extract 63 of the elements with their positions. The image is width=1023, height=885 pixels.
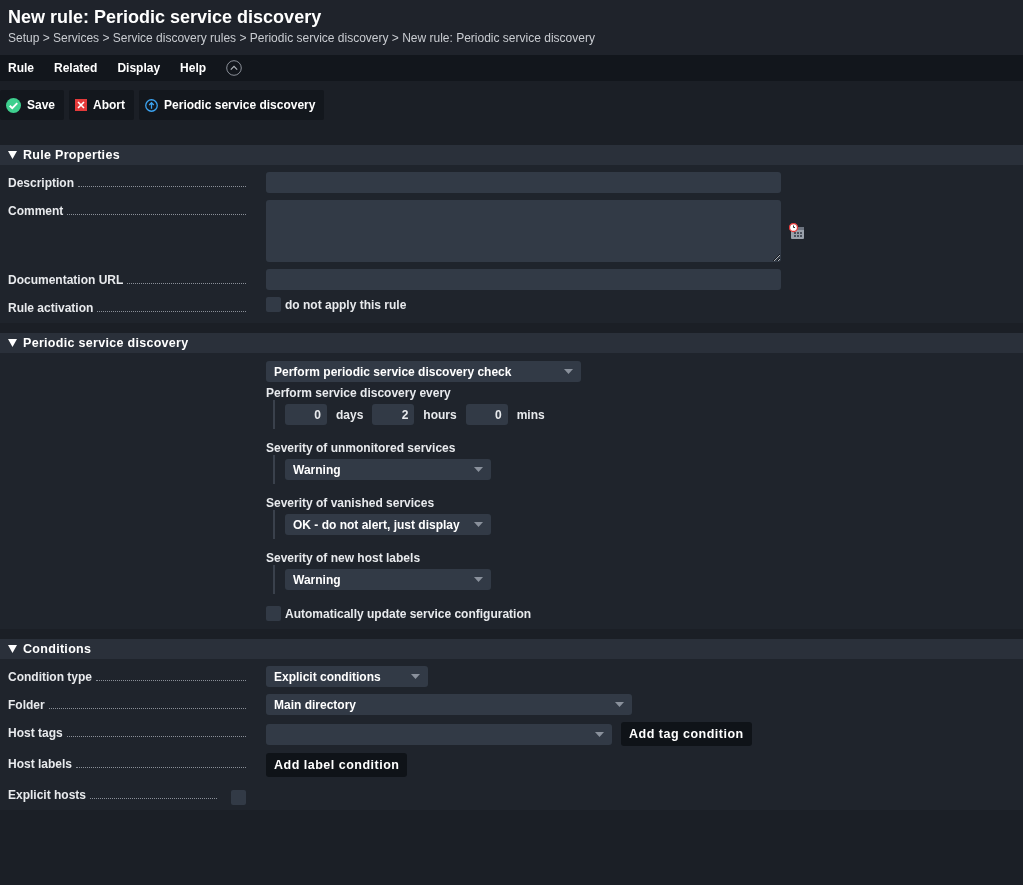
add-label-condition-button[interactable]: Add label condition [266, 753, 408, 777]
triangle-icon [8, 151, 17, 159]
caret-icon [474, 577, 483, 582]
unit-label: hours [423, 407, 457, 422]
dropdown[interactable]: Warning [285, 459, 491, 480]
section-header[interactable]: Rule Properties [0, 145, 1023, 165]
number-field[interactable]: 2 [372, 404, 415, 425]
field-label: Comment [8, 204, 64, 218]
dropdown[interactable]: Main directory [266, 694, 632, 715]
unit-label: mins [516, 407, 545, 422]
checkbox[interactable] [266, 297, 281, 312]
checkbox-label: Automatically update service configuration [285, 606, 532, 621]
comment-field[interactable] [266, 200, 781, 262]
field-label: Host tags [8, 726, 63, 740]
section-header[interactable]: Periodic service discovery [0, 333, 1023, 353]
dropdown[interactable] [266, 723, 612, 745]
check-circle-icon [6, 97, 21, 113]
add-tag-condition-button[interactable]: Add tag condition [621, 722, 752, 746]
caret-icon [564, 369, 573, 374]
field-label: Severity of unmonitored services [266, 441, 457, 455]
number-field[interactable]: 0 [465, 404, 508, 425]
collapse-icon[interactable] [226, 60, 243, 76]
action-button[interactable]: Periodic service discovery [139, 90, 325, 120]
unit-label: days [336, 407, 364, 422]
dropdown[interactable]: Perform periodic service discovery check [266, 361, 581, 382]
field-label: Documentation URL [8, 273, 124, 287]
close-icon [75, 99, 88, 111]
checkbox[interactable] [266, 606, 281, 621]
field-label: Explicit hosts [8, 788, 87, 802]
caret-icon [595, 731, 604, 737]
menu-item[interactable]: Related [54, 61, 98, 75]
triangle-icon [8, 645, 17, 653]
action-button[interactable]: Abort [69, 90, 135, 120]
checkbox[interactable] [231, 790, 246, 805]
field-label: Condition type [8, 670, 92, 684]
input-field[interactable] [266, 172, 781, 193]
section-header[interactable]: Conditions [0, 639, 1023, 659]
up-arrow-circle-icon [145, 98, 159, 112]
menu-item[interactable]: Display [117, 61, 161, 75]
caret-icon [411, 674, 420, 679]
caret-icon [474, 522, 483, 527]
field-label: Severity of vanished services [266, 496, 436, 510]
menu-item[interactable]: Help [180, 61, 207, 75]
checkbox-label: do not apply this rule [285, 297, 407, 312]
number-field[interactable]: 0 [285, 404, 327, 425]
field-label: Host labels [8, 757, 73, 771]
page-title: New rule: Periodic service discovery [8, 7, 323, 27]
dropdown[interactable]: OK - do not alert, just display [285, 514, 491, 535]
calendar-clock-icon[interactable] [789, 223, 805, 240]
field-label: Perform service discovery every [266, 386, 452, 400]
dropdown[interactable]: Explicit conditions [266, 666, 428, 687]
field-label: Description [8, 176, 74, 190]
breadcrumb: Setup > Services > Service discovery rules > Periodic service discovery > New rule: Periodic service discovery [8, 31, 596, 45]
action-button[interactable]: Save [0, 90, 65, 120]
menu-item[interactable]: Rule [8, 61, 34, 75]
field-label: Rule activation [8, 301, 94, 315]
input-field[interactable] [266, 269, 781, 290]
triangle-icon [8, 339, 17, 347]
field-label: Severity of new host labels [266, 551, 422, 565]
caret-icon [474, 467, 483, 472]
field-label: Folder [8, 698, 45, 712]
dropdown[interactable]: Warning [285, 569, 491, 590]
caret-icon [615, 702, 624, 707]
